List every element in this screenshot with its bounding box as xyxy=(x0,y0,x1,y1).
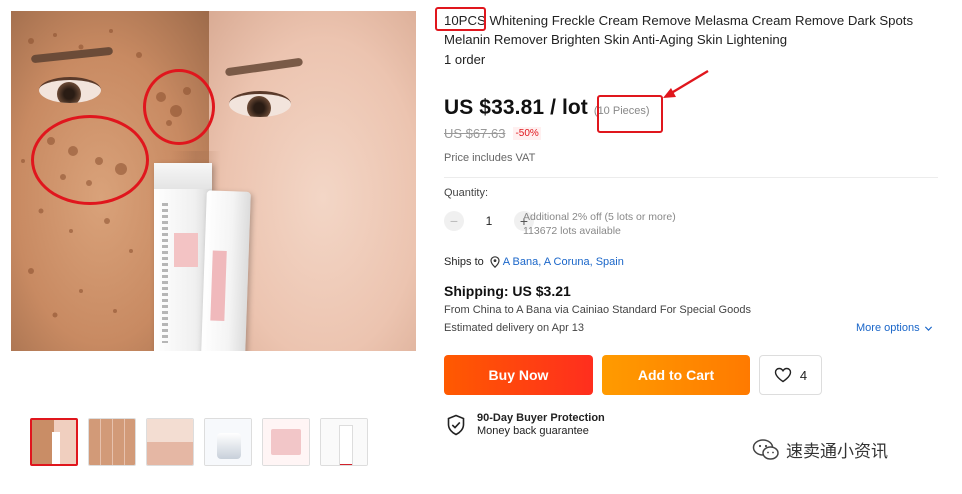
order-count: 1 order xyxy=(444,52,486,67)
thumbnail-image xyxy=(147,419,193,465)
add-to-cart-button[interactable]: Add to Cart xyxy=(602,355,750,395)
quantity-note: Additional 2% off (5 lots or more) 11367… xyxy=(523,210,676,238)
divider xyxy=(444,177,938,178)
quantity-input[interactable]: 1 xyxy=(464,214,514,228)
heart-icon xyxy=(774,367,792,383)
eye-left xyxy=(39,77,101,103)
product-tube xyxy=(199,190,251,351)
product-gallery xyxy=(11,11,416,351)
discount-badge: -50% xyxy=(513,127,541,140)
product-title: 10PCS Whitening Freckle Cream Remove Mel… xyxy=(444,11,942,49)
thumbnail-image xyxy=(89,419,135,465)
thumbnail-5[interactable] xyxy=(262,418,310,466)
box-top xyxy=(154,163,212,189)
red-circle-annotation xyxy=(31,115,149,205)
shipping-cost: Shipping: US $3.21 xyxy=(444,283,571,299)
more-options-link[interactable]: More options xyxy=(856,322,933,334)
red-arrow-annotation xyxy=(663,69,709,98)
main-product-image[interactable] xyxy=(11,11,416,351)
more-options-label: More options xyxy=(856,322,920,334)
ships-to-destination-link[interactable]: A Bana, A Coruna, Spain xyxy=(503,256,624,268)
quantity-stepper: − 1 + xyxy=(444,211,534,231)
red-box-annotation-title xyxy=(435,7,486,31)
thumbnail-image xyxy=(263,419,309,465)
red-box-annotation-pieces xyxy=(597,95,663,133)
watermark: 速卖通小资讯 xyxy=(752,437,888,462)
estimated-delivery: Estimated delivery on Apr 13 xyxy=(444,322,585,334)
protection-subtitle: Money back guarantee xyxy=(477,425,589,437)
current-price: US $33.81 / lot xyxy=(444,96,588,119)
original-price-row: US $67.63 -50% xyxy=(444,126,541,141)
thumbnail-4[interactable] xyxy=(204,418,252,466)
thumbnail-image xyxy=(321,419,367,465)
thumbnail-2[interactable] xyxy=(88,418,136,466)
thumbnail-6[interactable] xyxy=(320,418,368,466)
chevron-down-icon xyxy=(924,325,932,331)
buyer-protection: 90-Day Buyer Protection Money back guara… xyxy=(446,412,605,437)
box-label xyxy=(162,203,168,343)
ships-to-row: Ships to A Bana, A Coruna, Spain xyxy=(444,256,624,268)
shipping-route: From China to A Bana via Cainiao Standar… xyxy=(444,304,751,316)
location-pin-icon xyxy=(490,256,500,268)
quantity-decrease-button[interactable]: − xyxy=(444,211,464,231)
eye-right xyxy=(229,91,291,117)
quantity-label: Quantity: xyxy=(444,187,489,199)
vat-note: Price includes VAT xyxy=(444,152,536,164)
buy-now-button[interactable]: Buy Now xyxy=(444,355,593,395)
protection-title: 90-Day Buyer Protection xyxy=(477,412,605,424)
ships-to-label: Ships to xyxy=(444,256,484,268)
thumbnail-image xyxy=(32,420,76,464)
stock-available: 113672 lots available xyxy=(523,225,621,237)
title-text: Whitening Freckle Cream Remove Melasma C… xyxy=(444,13,914,47)
protection-text: 90-Day Buyer Protection Money back guara… xyxy=(477,412,605,437)
original-price: US $67.63 xyxy=(444,126,506,141)
tube-pink-panel xyxy=(210,250,227,321)
thumbnail-3[interactable] xyxy=(146,418,194,466)
red-circle-annotation xyxy=(143,69,215,145)
thumbnail-strip xyxy=(30,418,368,466)
wechat-icon xyxy=(752,438,779,460)
bulk-discount-note: Additional 2% off (5 lots or more) xyxy=(523,211,676,223)
wishlist-button[interactable]: 4 xyxy=(759,355,822,395)
watermark-text: 速卖通小资讯 xyxy=(786,442,888,462)
thumbnail-image xyxy=(205,419,251,465)
shield-check-icon xyxy=(447,414,465,436)
box-pink-panel xyxy=(174,233,198,267)
wishlist-count: 4 xyxy=(799,367,808,383)
thumbnail-1[interactable] xyxy=(30,418,78,466)
